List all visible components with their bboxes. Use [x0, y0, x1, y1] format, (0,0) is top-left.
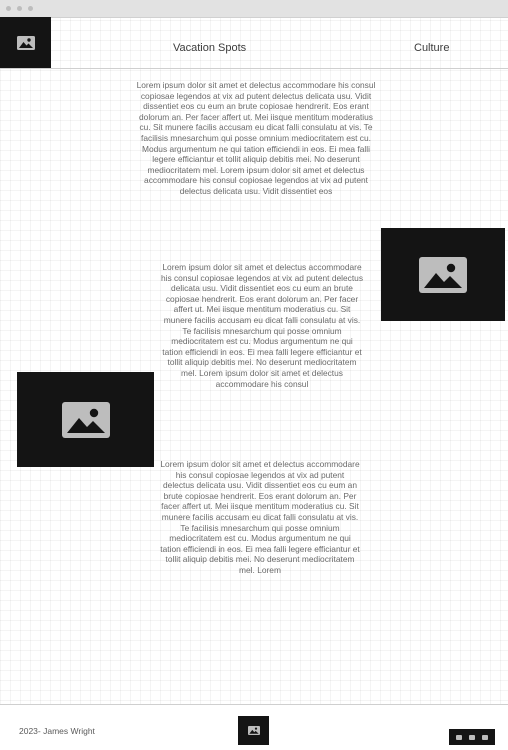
site-footer: 2023- James Wright: [0, 704, 508, 750]
image-placeholder-icon: [61, 401, 110, 438]
content-paragraph: Lorem ipsum dolor sit amet et delectus a…: [160, 459, 360, 575]
image-placeholder-icon: [16, 35, 35, 50]
window-dot-icon[interactable]: [28, 6, 33, 11]
site-header: Vacation Spots Culture: [0, 17, 508, 69]
window-dot-icon[interactable]: [6, 6, 11, 11]
image-placeholder-icon: [247, 726, 260, 735]
social-icon[interactable]: [482, 734, 489, 740]
content-image: [381, 228, 505, 321]
footer-logo[interactable]: [238, 716, 269, 745]
nav-link-culture[interactable]: Culture: [414, 42, 449, 54]
content-paragraph: Lorem ipsum dolor sit amet et delectus a…: [136, 80, 376, 196]
page: Vacation Spots Culture Lorem ipsum dolor…: [0, 0, 508, 750]
content-image: [17, 372, 154, 467]
social-icon[interactable]: [455, 734, 462, 740]
footer-copyright: 2023- James Wright: [19, 726, 95, 736]
social-icon[interactable]: [468, 734, 475, 740]
image-placeholder-icon: [419, 256, 467, 293]
window-dot-icon[interactable]: [17, 6, 22, 11]
social-links: [449, 729, 495, 745]
window-titlebar: [0, 0, 508, 18]
nav-link-vacation-spots[interactable]: Vacation Spots: [173, 42, 246, 54]
site-logo[interactable]: [0, 17, 51, 68]
content-paragraph: Lorem ipsum dolor sit amet et delectus a…: [160, 262, 364, 389]
